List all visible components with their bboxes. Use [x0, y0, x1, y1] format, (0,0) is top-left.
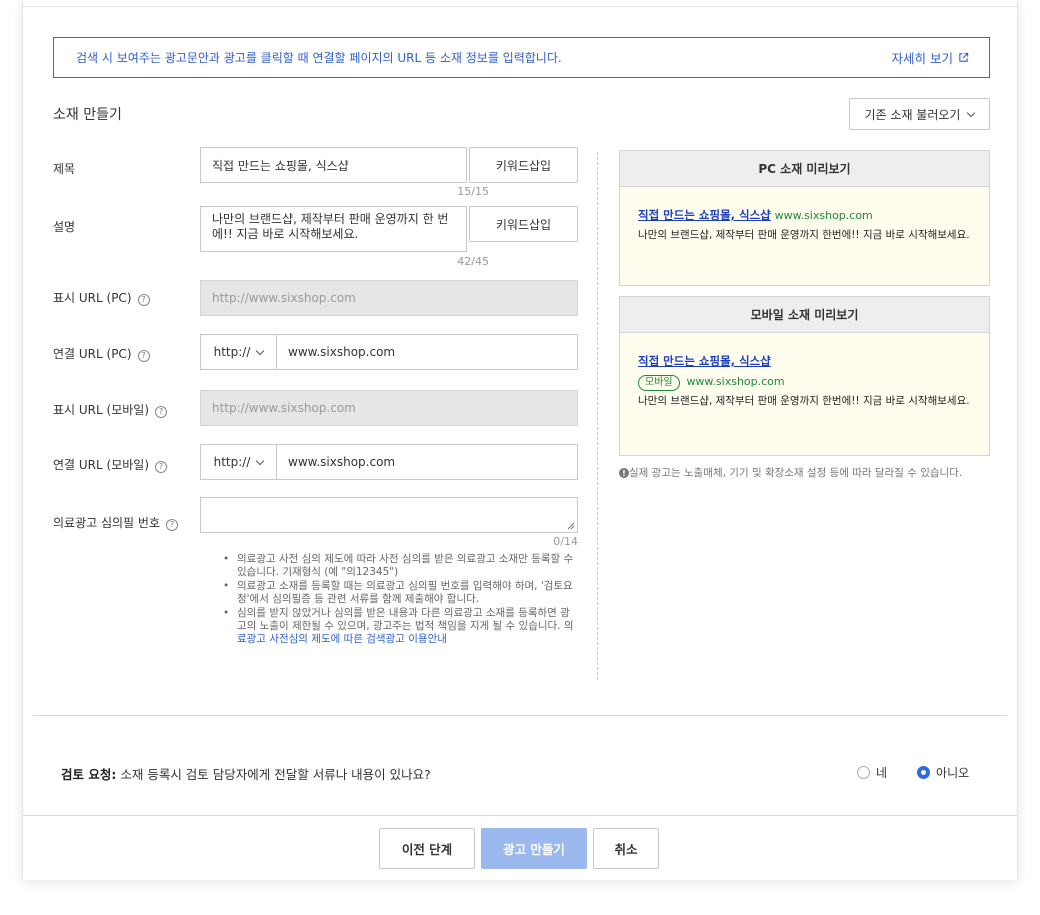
chevron-down-icon	[256, 456, 265, 465]
description-label: 설명	[53, 218, 75, 235]
review-yes-label: 네	[876, 766, 888, 780]
title-input[interactable]: 직접 만드는 쇼핑몰, 식스샵	[200, 147, 467, 183]
review-request-label: 검토 요청:	[61, 767, 117, 782]
display-url-pc-label-text: 표시 URL (PC)	[53, 291, 132, 305]
review-no-radio[interactable]: 아니오	[917, 764, 969, 781]
preview-disclaimer-text: 실제 광고는 노출매체, 기기 및 확장소재 설정 등에 따라 달라질 수 있습…	[629, 467, 963, 479]
info-banner: 검색 시 보여주는 광고문안과 광고를 클릭할 때 연결할 페이지의 URL 등…	[53, 37, 990, 78]
resize-handle-icon[interactable]	[567, 522, 575, 530]
description-input[interactable]: 나만의 브랜드샵, 제작부터 판매 운영까지 한 번에!! 지금 바로 시작해보…	[200, 206, 467, 252]
link-url-pc-input[interactable]: www.sixshop.com	[276, 334, 578, 370]
pc-preview-body: 직접 만드는 쇼핑몰, 식스샵 www.sixshop.com 나만의 브랜드샵…	[620, 187, 989, 285]
medical-notes-list: 의료광고 사전 심의 제도에 따라 사전 심의를 받은 의료광고 소재만 등록할…	[223, 553, 577, 647]
info-icon: !	[619, 468, 629, 478]
external-link-icon	[959, 52, 969, 62]
review-no-label: 아니오	[936, 766, 970, 780]
previous-step-button[interactable]: 이전 단계	[379, 828, 475, 869]
cancel-button[interactable]: 취소	[593, 828, 659, 869]
display-url-mobile-input: http://www.sixshop.com	[200, 390, 578, 426]
info-banner-text: 검색 시 보여주는 광고문안과 광고를 클릭할 때 연결할 페이지의 URL 등…	[76, 51, 562, 65]
ad-creative-card: 검색 시 보여주는 광고문안과 광고를 클릭할 때 연결할 페이지의 URL 등…	[22, 0, 1018, 880]
link-url-mobile-protocol-value: http://	[213, 455, 251, 469]
load-existing-label: 기존 소재 불러오기	[864, 107, 961, 122]
help-icon[interactable]: ?	[137, 349, 150, 362]
pc-preview-url: www.sixshop.com	[774, 209, 873, 222]
description-label-text: 설명	[53, 220, 76, 234]
load-existing-button[interactable]: 기존 소재 불러오기	[849, 98, 990, 130]
title-char-counter: 15/15	[457, 185, 489, 198]
help-icon[interactable]: ?	[166, 518, 178, 531]
medical-number-label: 의료광고 심의필 번호 ?	[53, 514, 178, 531]
review-yes-radio[interactable]: 네	[857, 764, 887, 781]
card-top-border	[23, 6, 1017, 7]
mobile-tag-badge: 모바일	[638, 375, 680, 391]
mobile-preview-desc: 나만의 브랜드샵, 제작부터 판매 운영까지 한번에!! 지금 바로 시작해보세…	[638, 395, 970, 407]
help-icon[interactable]: ?	[137, 293, 150, 306]
create-ad-button[interactable]: 광고 만들기	[481, 828, 587, 869]
link-url-mobile-label: 연결 URL (모바일) ?	[53, 456, 167, 473]
note-text: 심의를 받지 않았거나 심의를 받은 내용과 다른 의료광고 소재를 등록하면 …	[237, 606, 570, 633]
mobile-preview-panel: 모바일 소재 미리보기 직접 만드는 쇼핑몰, 식스샵 모바일 www.sixs…	[619, 296, 990, 456]
review-request-radio-group: 네 아니오	[857, 764, 969, 781]
pc-preview-header: PC 소재 미리보기	[620, 151, 989, 187]
display-url-mobile-value: http://www.sixshop.com	[212, 401, 356, 415]
display-url-pc-value: http://www.sixshop.com	[212, 291, 356, 305]
title-label: 제목	[53, 160, 75, 177]
review-request-text: 소재 등록시 검토 담당자에게 전달할 서류나 내용이 있나요?	[120, 767, 431, 782]
preview-disclaimer: ! 실제 광고는 노출매체, 기기 및 확장소재 설정 등에 따라 달라질 수 …	[619, 466, 994, 481]
section-title: 소재 만들기	[53, 107, 122, 123]
display-url-pc-input: http://www.sixshop.com	[200, 280, 578, 316]
display-url-pc-label: 표시 URL (PC) ?	[53, 289, 150, 306]
list-item: 의료광고 소재를 등록할 때는 의료광고 심의필 번호를 입력해야 하며, '검…	[223, 580, 577, 607]
review-request-question: 검토 요청: 소재 등록시 검토 담당자에게 전달할 서류나 내용이 있나요?	[61, 764, 431, 783]
link-url-pc-protocol-select[interactable]: http://	[200, 334, 276, 370]
radio-checked-icon	[917, 766, 931, 779]
link-url-mobile-protocol-select[interactable]: http://	[200, 444, 276, 480]
section-divider	[33, 715, 1007, 716]
radio-unchecked-icon	[857, 766, 870, 779]
title-input-value: 직접 만드는 쇼핑몰, 식스샵	[212, 158, 349, 173]
description-keyword-insert-button[interactable]: 키워드삽입	[469, 206, 578, 242]
link-url-pc-label-text: 연결 URL (PC)	[53, 347, 132, 361]
list-item: 심의를 받지 않았거나 심의를 받은 내용과 다른 의료광고 소재를 등록하면 …	[223, 606, 577, 647]
chevron-down-icon	[967, 108, 976, 117]
mobile-preview-body: 직접 만드는 쇼핑몰, 식스샵 모바일 www.sixshop.com 나만의 …	[620, 333, 989, 455]
display-url-mobile-label: 표시 URL (모바일) ?	[53, 401, 167, 418]
pc-preview-panel: PC 소재 미리보기 직접 만드는 쇼핑몰, 식스샵 www.sixshop.c…	[619, 150, 990, 286]
medical-number-textarea[interactable]	[200, 497, 578, 533]
chevron-down-icon	[256, 346, 265, 355]
link-url-mobile-label-text: 연결 URL (모바일)	[53, 458, 149, 472]
description-char-counter: 42/45	[457, 255, 489, 268]
mobile-preview-title: 직접 만드는 쇼핑몰, 식스샵	[638, 354, 771, 368]
help-icon[interactable]: ?	[155, 460, 167, 473]
link-url-pc-value: www.sixshop.com	[288, 345, 396, 359]
pc-preview-desc: 나만의 브랜드샵, 제작부터 판매 운영까지 한번에!! 지금 바로 시작해보세…	[638, 229, 970, 241]
learn-more-link[interactable]: 자세히 보기	[892, 48, 969, 67]
column-divider	[597, 152, 598, 680]
action-footer: 이전 단계 광고 만들기 취소	[23, 815, 1017, 880]
link-url-mobile-value: www.sixshop.com	[288, 455, 396, 469]
mobile-preview-header: 모바일 소재 미리보기	[620, 297, 989, 333]
help-icon[interactable]: ?	[155, 405, 167, 418]
medical-number-char-counter: 0/14	[553, 535, 578, 548]
mobile-preview-url: www.sixshop.com	[686, 375, 785, 388]
description-input-value: 나만의 브랜드샵, 제작부터 판매 운영까지 한 번에!! 지금 바로 시작해보…	[212, 212, 449, 241]
title-keyword-insert-button[interactable]: 키워드삽입	[469, 147, 578, 183]
pc-preview-title: 직접 만드는 쇼핑몰, 식스샵	[638, 208, 771, 222]
link-url-mobile-input[interactable]: www.sixshop.com	[276, 444, 578, 480]
link-url-pc-label: 연결 URL (PC) ?	[53, 345, 150, 362]
medical-number-label-text: 의료광고 심의필 번호	[53, 516, 160, 530]
link-url-pc-protocol-value: http://	[213, 345, 251, 359]
display-url-mobile-label-text: 표시 URL (모바일)	[53, 403, 149, 417]
list-item: 의료광고 사전 심의 제도에 따라 사전 심의를 받은 의료광고 소재만 등록할…	[223, 553, 577, 580]
learn-more-label: 자세히 보기	[891, 51, 953, 66]
title-label-text: 제목	[53, 162, 76, 176]
